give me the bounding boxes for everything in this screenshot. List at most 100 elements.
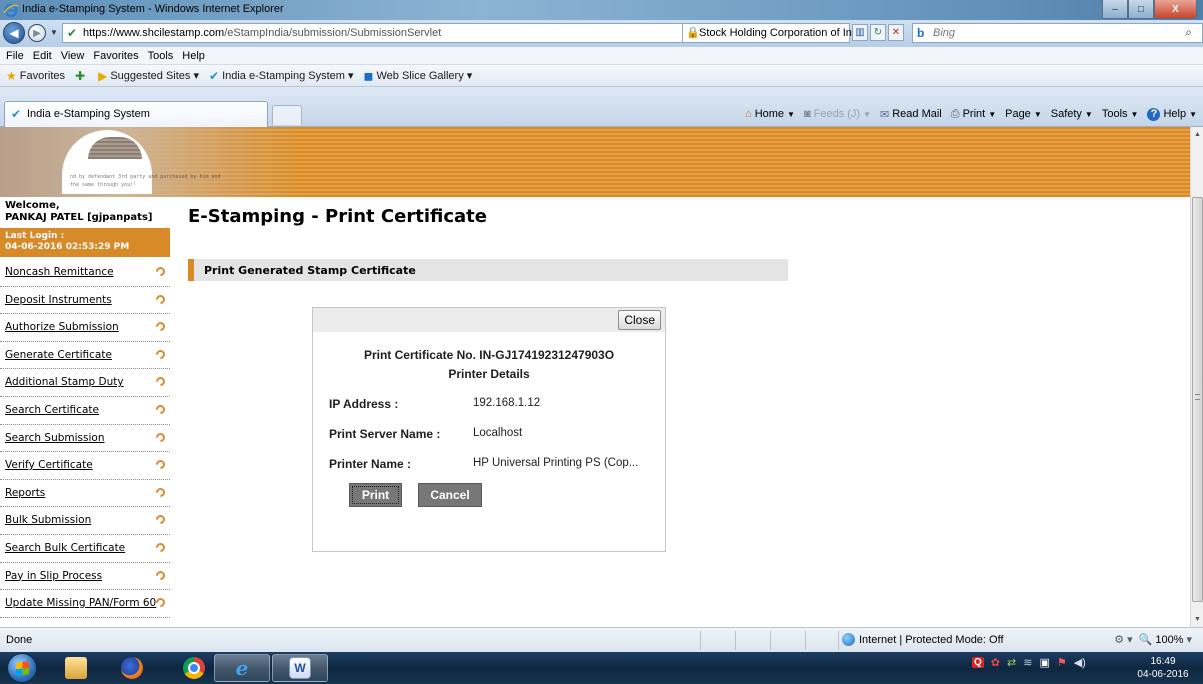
help-menu-button[interactable]: ? Help ▼ (1147, 107, 1197, 121)
tray-volume-icon[interactable]: ◀) (1074, 656, 1086, 669)
taskbar-internet-explorer[interactable]: e (214, 654, 270, 682)
sidebar-item-deposit-instruments[interactable]: Deposit Instruments (0, 287, 170, 315)
change-level-icon[interactable]: ⚙ ▾ (1114, 633, 1132, 646)
page-menu-button[interactable]: Page ▼ (1005, 108, 1042, 120)
tray-display-icon[interactable]: ▣ (1039, 656, 1049, 669)
chevron-down-icon[interactable]: ▾ (1186, 633, 1192, 646)
sidebar-item-label[interactable]: Bulk Submission (5, 514, 91, 526)
clock-date: 04-06-2016 (1137, 669, 1189, 680)
sidebar-item-label[interactable]: Deposit Instruments (5, 294, 112, 306)
sidebar-item-verify-certificate[interactable]: Verify Certificate (0, 452, 170, 480)
menu-help[interactable]: Help (182, 50, 205, 62)
sidebar-item-label[interactable]: Search Bulk Certificate (5, 542, 125, 554)
safety-menu-button[interactable]: Safety ▼ (1051, 108, 1093, 120)
sidebar-item-label[interactable]: Search Certificate (5, 404, 99, 416)
security-report-field[interactable]: 🔒 Stock Holding Corporation of India ... (682, 23, 879, 43)
taskbar-word[interactable]: W (272, 654, 328, 682)
zoom-level[interactable]: 100% (1155, 634, 1183, 646)
chevron-down-icon: ▼ (1084, 109, 1093, 119)
status-divider (770, 631, 771, 650)
tray-antivirus-icon[interactable]: ✿ (991, 656, 1000, 669)
compatibility-view-icon[interactable]: ▥ (852, 24, 868, 41)
status-divider (700, 631, 701, 650)
add-favorite-button[interactable]: ✚ (75, 69, 88, 83)
security-zone[interactable]: Internet | Protected Mode: Off (842, 633, 1004, 646)
sidebar-item-label[interactable]: Additional Stamp Duty (5, 376, 124, 388)
menu-view[interactable]: View (61, 50, 85, 62)
sidebar-item-label[interactable]: Verify Certificate (5, 459, 93, 471)
sidebar-item-label[interactable]: Update Missing PAN/Form 60 (5, 597, 156, 609)
favorites-label: Favorites (19, 69, 66, 82)
url-field[interactable]: ✔ https://www.shcilestamp.com/eStampIndi… (62, 23, 741, 43)
vertical-scrollbar[interactable]: ▲ ▼ (1190, 127, 1203, 627)
menu-tools[interactable]: Tools (148, 50, 174, 62)
print-button[interactable]: Print (349, 483, 402, 507)
sidebar-item-label[interactable]: Noncash Remittance (5, 266, 114, 278)
tray-sync-icon[interactable]: ⇄ (1007, 656, 1016, 669)
recent-pages-dropdown-icon[interactable]: ▼ (50, 28, 58, 37)
suggested-sites-button[interactable]: ▶ Suggested Sites ▾ (98, 69, 199, 83)
home-button[interactable]: ⌂ Home ▼ (745, 108, 795, 120)
tab-active[interactable]: ✔ India e-Stamping System (4, 101, 268, 127)
tray-app-q-icon[interactable]: Q (972, 657, 984, 668)
new-tab-button[interactable] (272, 105, 302, 125)
sidebar-item-bulk-submission[interactable]: Bulk Submission (0, 507, 170, 535)
taskbar-explorer[interactable] (48, 654, 104, 682)
feeds-button[interactable]: ◙ Feeds (J) ▼ (804, 108, 871, 120)
sidebar-item-search-bulk-certificate[interactable]: Search Bulk Certificate (0, 535, 170, 563)
feed-icon: ◙ (803, 108, 811, 120)
search-box[interactable]: b ⌕ (912, 23, 1203, 43)
scroll-down-icon[interactable]: ▼ (1194, 616, 1201, 623)
tools-menu-button[interactable]: Tools ▼ (1102, 108, 1139, 120)
sidebar-item-generate-certificate[interactable]: Generate Certificate (0, 342, 170, 370)
arrow-circle-icon (154, 292, 167, 306)
tray-flag-icon[interactable]: ⚑ (1057, 656, 1067, 669)
sidebar-item-pay-in-slip-process[interactable]: Pay in Slip Process (0, 563, 170, 591)
sidebar-item-reports[interactable]: Reports (0, 480, 170, 508)
cancel-button[interactable]: Cancel (418, 483, 482, 507)
stop-icon[interactable]: ✕ (888, 24, 904, 41)
back-button[interactable]: ◀ (3, 22, 25, 44)
refresh-icon[interactable]: ↻ (870, 24, 886, 41)
arrow-circle-icon (154, 568, 167, 582)
print-command-button[interactable]: ⎙ Print ▼ (951, 108, 996, 121)
scroll-thumb[interactable] (1192, 197, 1203, 602)
close-button[interactable]: Close (618, 310, 661, 330)
arrow-circle-icon (154, 541, 167, 554)
command-bar: ⌂ Home ▼ ◙ Feeds (J) ▼ ✉ Read Mail ⎙ Pri… (736, 105, 1197, 123)
web-slice-gallery-button[interactable]: ◼ Web Slice Gallery ▾ (364, 69, 473, 83)
sidebar-item-label[interactable]: Authorize Submission (5, 321, 119, 333)
sidebar-item-search-certificate[interactable]: Search Certificate (0, 397, 170, 425)
tray-network-icon[interactable]: ≋ (1023, 656, 1032, 669)
close-window-button[interactable]: X (1154, 0, 1197, 19)
scroll-up-icon[interactable]: ▲ (1194, 131, 1201, 138)
minimize-button[interactable]: – (1102, 0, 1128, 19)
sidebar-item-additional-stamp-duty[interactable]: Additional Stamp Duty (0, 369, 170, 397)
sidebar-item-update-missing-pan[interactable]: Update Missing PAN/Form 60 (0, 590, 170, 618)
menu-edit[interactable]: Edit (33, 50, 52, 62)
maximize-button[interactable]: □ (1128, 0, 1154, 19)
read-mail-button[interactable]: ✉ Read Mail (880, 108, 942, 121)
sidebar-item-label[interactable]: Search Submission (5, 432, 104, 444)
globe-icon (842, 633, 855, 646)
search-icon[interactable]: ⌕ (1185, 25, 1192, 40)
sidebar-item-label[interactable]: Reports (5, 487, 45, 499)
taskbar-clock[interactable]: 16:49 04-06-2016 (1128, 655, 1198, 681)
taskbar-firefox[interactable] (104, 654, 160, 682)
sidebar-item-search-submission[interactable]: Search Submission (0, 425, 170, 453)
favorites-button[interactable]: ★ Favorites (6, 69, 65, 83)
start-button[interactable] (7, 653, 37, 683)
menu-file[interactable]: File (6, 50, 24, 62)
sidebar-item-label[interactable]: Pay in Slip Process (5, 570, 102, 582)
sidebar-item-noncash-remittance[interactable]: Noncash Remittance (0, 259, 170, 287)
sidebar-item-label[interactable]: Generate Certificate (5, 349, 112, 361)
help-menu-label: Help (1163, 108, 1187, 120)
favorite-site-link[interactable]: ✔ India e-Stamping System ▾ (209, 69, 354, 83)
forward-button[interactable]: ▶ (28, 24, 46, 42)
ip-address-value: 192.168.1.12 (473, 397, 541, 409)
menu-favorites[interactable]: Favorites (93, 50, 138, 62)
search-input[interactable] (933, 25, 1163, 41)
plus-icon: ✚ (75, 68, 86, 83)
arrow-circle-icon (154, 485, 167, 499)
sidebar-item-authorize-submission[interactable]: Authorize Submission (0, 314, 170, 342)
